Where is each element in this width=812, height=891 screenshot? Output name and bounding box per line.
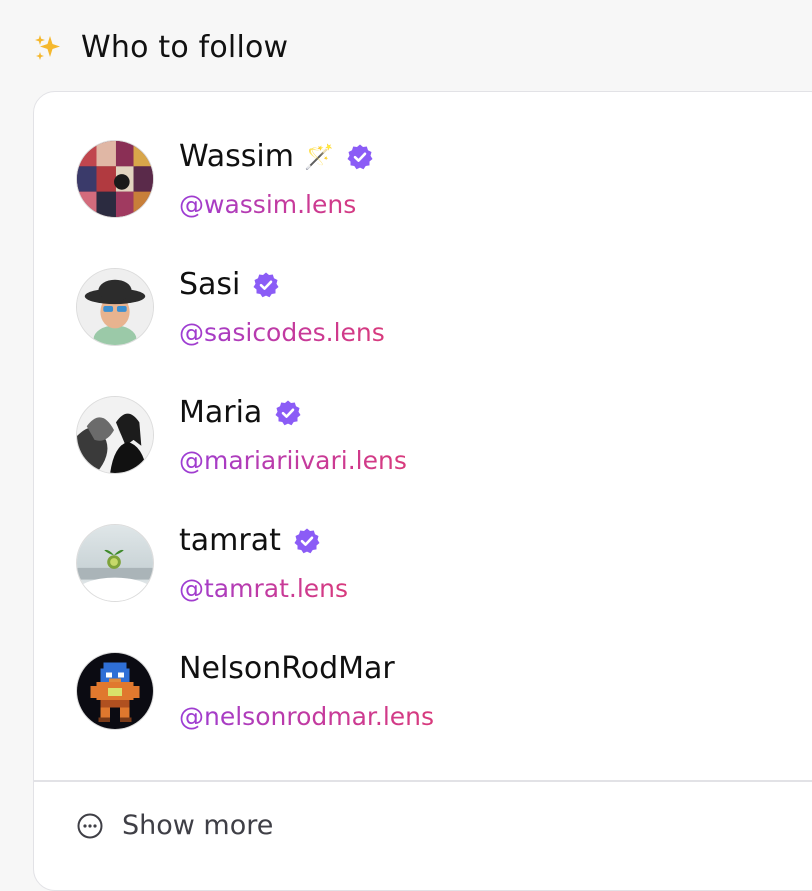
avatar-image [77, 653, 153, 729]
display-name[interactable]: Wassim [179, 140, 294, 174]
who-to-follow-header: Who to follow [33, 30, 288, 65]
verified-badge-icon [275, 400, 301, 426]
user-handle[interactable]: @sasicodes.lens [179, 318, 385, 348]
user-item-nelsonrodmar[interactable]: NelsonRodMar @nelsonrodmar.lens [76, 652, 434, 752]
avatar-image [77, 141, 153, 217]
display-name[interactable]: NelsonRodMar [179, 652, 395, 686]
avatar[interactable] [76, 652, 154, 730]
avatar-image [77, 397, 153, 473]
avatar[interactable] [76, 524, 154, 602]
avatar[interactable] [76, 396, 154, 474]
display-name[interactable]: Sasi [179, 268, 240, 302]
show-more-label: Show more [122, 810, 274, 841]
user-handle[interactable]: @nelsonrodmar.lens [179, 702, 434, 732]
avatar[interactable] [76, 268, 154, 346]
user-handle[interactable]: @wassim.lens [179, 190, 374, 220]
divider [34, 780, 812, 782]
magic-wand-emoji: 🪄 [303, 143, 334, 171]
user-handle[interactable]: @mariariivari.lens [179, 446, 407, 476]
panel-title: Who to follow [81, 30, 289, 65]
avatar[interactable] [76, 140, 154, 218]
user-item-maria[interactable]: Maria @mariariivari.lens [76, 396, 407, 496]
verified-badge-icon [347, 144, 373, 170]
more-dots-icon [77, 813, 103, 838]
avatar-image [77, 269, 153, 345]
user-item-sasi[interactable]: Sasi @sasicodes.lens [76, 268, 385, 368]
user-item-wassim[interactable]: Wassim 🪄 @wassim.lens [76, 140, 374, 240]
sparkles-icon [35, 34, 60, 60]
verified-badge-icon [294, 528, 320, 554]
verified-badge-icon [253, 272, 279, 298]
display-name[interactable]: Maria [179, 396, 262, 430]
user-handle[interactable]: @tamrat.lens [179, 574, 348, 604]
display-name[interactable]: tamrat [179, 524, 281, 558]
show-more-button[interactable]: Show more [76, 810, 273, 841]
who-to-follow-card: Wassim 🪄 @wassim.lens Sasi @sasicodes.le… [33, 91, 812, 891]
user-item-tamrat[interactable]: tamrat @tamrat.lens [76, 524, 348, 624]
avatar-image [77, 525, 153, 601]
